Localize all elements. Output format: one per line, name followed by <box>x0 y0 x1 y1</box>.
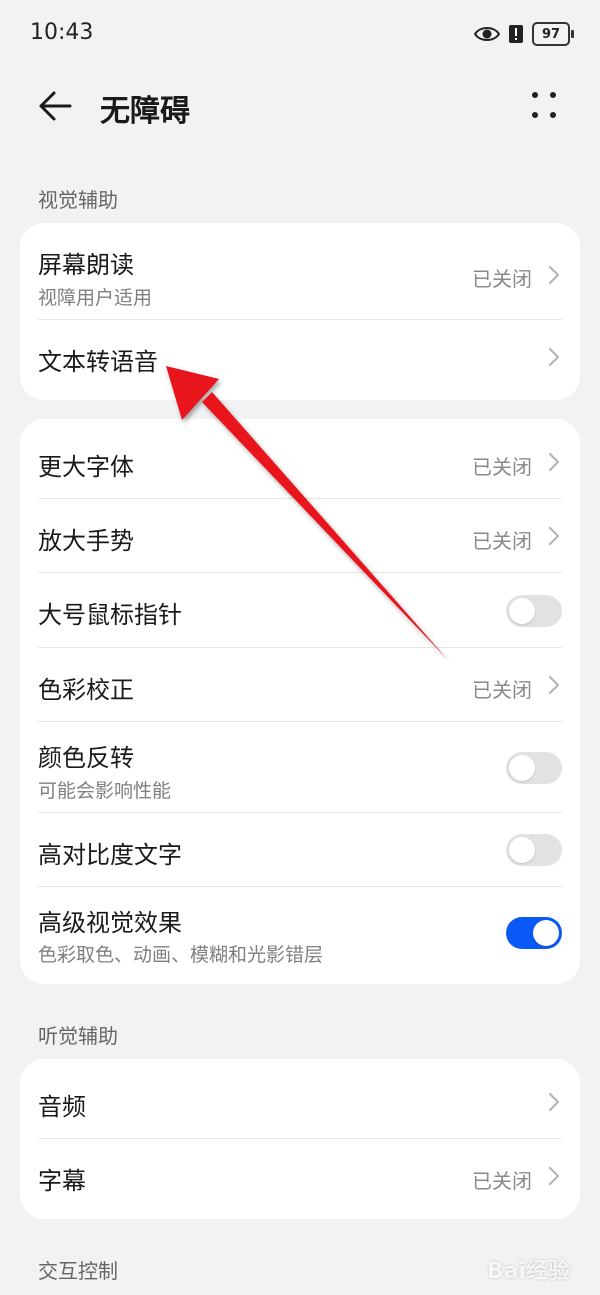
setting-label: 字幕 <box>38 1167 86 1195</box>
toggle-knob <box>509 837 535 863</box>
page-title: 无障碍 <box>100 94 190 129</box>
chevron-right-icon <box>548 347 560 367</box>
color-inversion-toggle[interactable] <box>506 752 562 784</box>
setting-subtitle: 色彩取色、动画、模糊和光影错层 <box>38 944 324 966</box>
battery-icon: 97 <box>532 22 574 46</box>
chevron-right-icon <box>548 265 560 285</box>
chevron-right-icon <box>548 675 560 695</box>
setting-label: 文本转语音 <box>38 348 158 376</box>
chevron-right-icon <box>548 526 560 546</box>
setting-label: 高对比度文字 <box>38 841 182 869</box>
back-arrow-icon[interactable] <box>36 86 76 126</box>
toggle-knob <box>509 755 535 781</box>
toggle-knob <box>533 920 559 946</box>
setting-larger-font[interactable]: 更大字体 已关闭 <box>20 419 580 499</box>
setting-magnify-gesture[interactable]: 放大手势 已关闭 <box>20 499 580 573</box>
setting-high-contrast-text: 高对比度文字 <box>20 813 580 887</box>
setting-label: 更大字体 <box>38 453 134 481</box>
setting-label: 颜色反转 <box>38 744 134 772</box>
setting-large-pointer: 大号鼠标指针 <box>20 573 580 648</box>
section-hearing-label: 听觉辅助 <box>38 1024 118 1048</box>
alert-icon <box>509 25 523 43</box>
setting-color-correction[interactable]: 色彩校正 已关闭 <box>20 648 580 722</box>
status-time: 10:43 <box>30 20 94 45</box>
eye-icon <box>474 27 500 41</box>
setting-subtitle: 可能会影响性能 <box>38 780 172 802</box>
status-bar: 10:43 97 <box>0 0 600 70</box>
app-header: 无障碍 <box>0 70 600 140</box>
setting-status: 已关闭 <box>472 267 532 291</box>
watermark: Bai经验 <box>486 1259 570 1284</box>
advanced-effects-toggle[interactable] <box>506 917 562 949</box>
visual-card-2: 更大字体 已关闭 放大手势 已关闭 大号鼠标指针 色彩校正 已关闭 颜色反转 可… <box>20 419 580 984</box>
hearing-card: 音频 字幕 已关闭 <box>20 1059 580 1219</box>
setting-screen-reader[interactable]: 屏幕朗读 视障用户适用 已关闭 <box>20 223 580 320</box>
status-icons: 97 <box>474 22 574 46</box>
chevron-right-icon <box>548 452 560 472</box>
visual-card-1: 屏幕朗读 视障用户适用 已关闭 文本转语音 <box>20 223 580 400</box>
large-pointer-toggle[interactable] <box>506 595 562 627</box>
battery-level: 97 <box>541 26 561 42</box>
chevron-right-icon <box>548 1092 560 1112</box>
setting-subtitle: 视障用户适用 <box>38 287 153 309</box>
setting-color-inversion: 颜色反转 可能会影响性能 <box>20 722 580 813</box>
setting-advanced-visual-effects: 高级视觉效果 色彩取色、动画、模糊和光影错层 <box>20 887 580 984</box>
setting-status: 已关闭 <box>472 1169 532 1193</box>
setting-label: 色彩校正 <box>38 676 134 704</box>
setting-label: 放大手势 <box>38 527 134 555</box>
setting-status: 已关闭 <box>472 678 532 702</box>
setting-status: 已关闭 <box>472 529 532 553</box>
toggle-knob <box>509 598 535 624</box>
setting-label: 高级视觉效果 <box>38 909 182 937</box>
high-contrast-toggle[interactable] <box>506 834 562 866</box>
setting-text-to-speech[interactable]: 文本转语音 <box>20 320 580 400</box>
chevron-right-icon <box>548 1166 560 1186</box>
section-interaction-label: 交互控制 <box>38 1259 118 1283</box>
setting-subtitles[interactable]: 字幕 已关闭 <box>20 1139 580 1219</box>
setting-audio[interactable]: 音频 <box>20 1059 580 1139</box>
setting-label: 大号鼠标指针 <box>38 601 182 629</box>
more-options-icon[interactable] <box>532 90 560 120</box>
setting-label: 屏幕朗读 <box>38 251 134 279</box>
setting-status: 已关闭 <box>472 455 532 479</box>
setting-label: 音频 <box>38 1093 86 1121</box>
section-visual-label: 视觉辅助 <box>38 188 118 212</box>
